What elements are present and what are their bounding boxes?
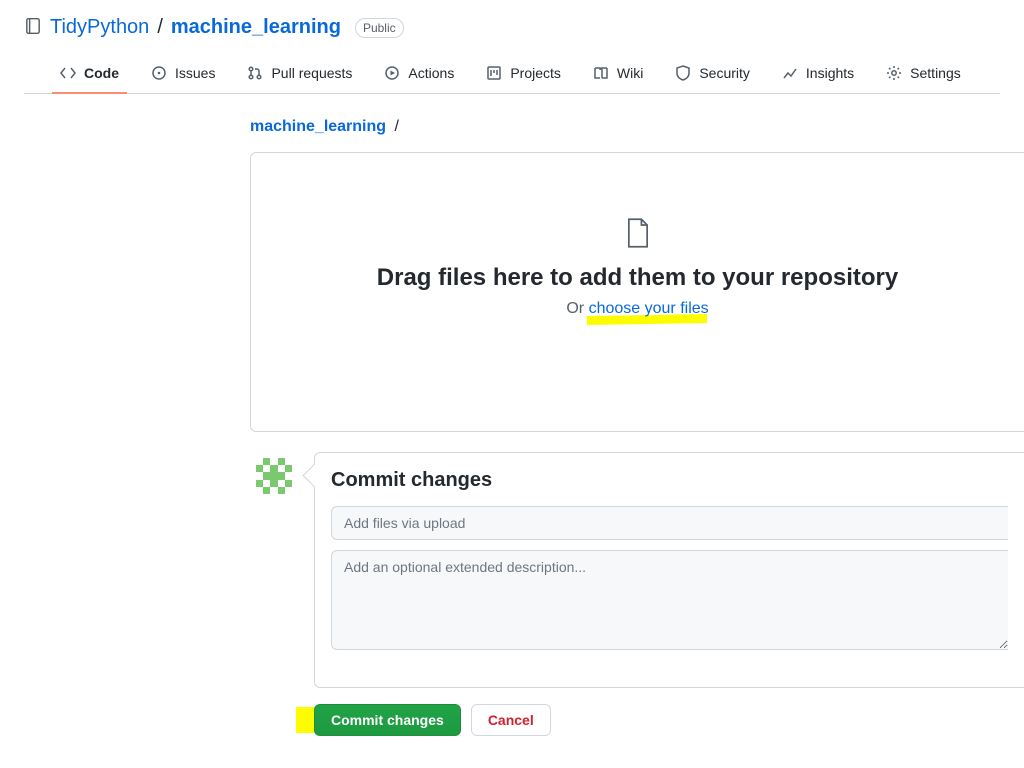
tab-security[interactable]: Security bbox=[663, 57, 762, 93]
visibility-badge: Public bbox=[355, 18, 404, 38]
tab-code[interactable]: Code bbox=[48, 57, 131, 93]
tab-label: Actions bbox=[408, 65, 454, 81]
path-separator: / bbox=[391, 118, 403, 135]
file-icon bbox=[283, 217, 992, 252]
tab-pulls[interactable]: Pull requests bbox=[235, 57, 364, 93]
commit-description-input[interactable] bbox=[331, 550, 1008, 650]
or-prefix: Or bbox=[566, 300, 588, 317]
commit-panel: Commit changes bbox=[314, 452, 1024, 688]
avatar bbox=[250, 452, 298, 500]
tab-actions[interactable]: Actions bbox=[372, 57, 466, 93]
commit-actions: Commit changes Cancel bbox=[314, 704, 1024, 736]
repo-name-link[interactable]: machine_learning bbox=[171, 16, 341, 39]
commit-section: Commit changes bbox=[250, 452, 1024, 688]
choose-files-link[interactable]: choose your files bbox=[589, 300, 709, 317]
path-repo-link[interactable]: machine_learning bbox=[250, 118, 386, 135]
tab-settings[interactable]: Settings bbox=[874, 57, 973, 93]
dropzone-heading: Drag files here to add them to your repo… bbox=[283, 264, 992, 292]
main-content: machine_learning / Drag files here to ad… bbox=[0, 94, 1024, 768]
tab-label: Settings bbox=[910, 65, 961, 81]
tab-label: Pull requests bbox=[271, 65, 352, 81]
tab-label: Security bbox=[699, 65, 750, 81]
repo-tabs: Code Issues Pull requests Actions Projec… bbox=[24, 57, 1000, 94]
commit-button[interactable]: Commit changes bbox=[314, 704, 461, 736]
commit-summary-input[interactable] bbox=[331, 506, 1008, 540]
dropzone-subtext: Or choose your files bbox=[283, 300, 992, 318]
tab-label: Insights bbox=[806, 65, 854, 81]
repo-title-row: TidyPython / machine_learning Public bbox=[24, 16, 1000, 39]
tab-insights[interactable]: Insights bbox=[770, 57, 866, 93]
tab-wiki[interactable]: Wiki bbox=[581, 57, 655, 93]
tab-label: Issues bbox=[175, 65, 215, 81]
file-path: machine_learning / bbox=[250, 118, 1024, 136]
tab-label: Wiki bbox=[617, 65, 643, 81]
tab-label: Code bbox=[84, 65, 119, 81]
commit-heading: Commit changes bbox=[331, 469, 1008, 492]
breadcrumb-separator: / bbox=[157, 16, 163, 39]
repo-icon bbox=[24, 17, 42, 38]
tab-issues[interactable]: Issues bbox=[139, 57, 227, 93]
repo-header: TidyPython / machine_learning Public Cod… bbox=[0, 0, 1024, 94]
upload-dropzone[interactable]: Drag files here to add them to your repo… bbox=[250, 152, 1024, 432]
owner-link[interactable]: TidyPython bbox=[50, 16, 149, 39]
tab-projects[interactable]: Projects bbox=[474, 57, 573, 93]
tab-label: Projects bbox=[510, 65, 561, 81]
cancel-button[interactable]: Cancel bbox=[471, 704, 551, 736]
